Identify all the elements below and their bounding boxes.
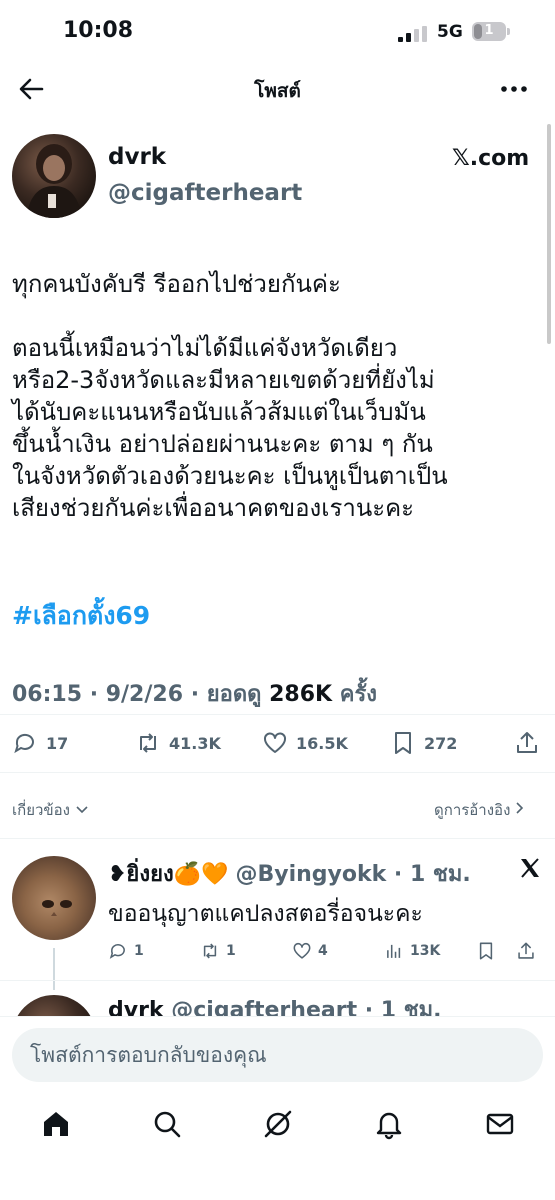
battery-level: 1	[484, 23, 494, 38]
post-date: 9/2/26	[105, 682, 184, 707]
chevron-right-icon	[516, 802, 524, 814]
post-time: 06:15	[12, 682, 83, 707]
heart-icon	[293, 942, 311, 959]
divider	[0, 980, 555, 981]
related-link[interactable]: เกี่ยวข้อง	[12, 798, 89, 822]
messages-icon[interactable]	[484, 1108, 516, 1140]
signal-icon	[398, 26, 427, 42]
views-suffix: ครั้ง	[339, 682, 378, 707]
reply-like-count: 4	[318, 943, 328, 959]
reply-reply-count: 1	[134, 943, 144, 959]
reply-bookmark-button[interactable]	[476, 938, 496, 964]
x-logo-icon	[521, 858, 539, 878]
reply-repost-button[interactable]: 1	[200, 938, 236, 964]
bookmark-icon	[479, 942, 493, 960]
bookmark-button[interactable]: 272	[390, 728, 457, 758]
chevron-down-icon	[76, 806, 88, 814]
reply-share-button[interactable]	[516, 938, 536, 964]
reply-text: ขออนุญาตแคปลงสตอรี่อจนะคะ	[108, 901, 423, 927]
reply-repost-count: 1	[226, 943, 236, 959]
scrollbar[interactable]	[547, 124, 551, 344]
reply-reply-button[interactable]: 1	[108, 938, 144, 964]
author-avatar[interactable]	[12, 134, 96, 218]
post-body: ทุกคนบังคับรี รีออกไปช่วยกันค่ะ ตอนนี้เห…	[12, 270, 448, 522]
status-time: 10:08	[63, 18, 134, 43]
reply-author-handle[interactable]: @Byingyokk	[235, 862, 386, 887]
reply-author-name[interactable]: ❥ยิ่งยง🍊🧡	[108, 862, 228, 887]
hashtag-link[interactable]: #เลือกตั้ง69	[12, 596, 150, 636]
author-handle[interactable]: @cigafterheart	[108, 180, 302, 206]
reply-views-count: 13K	[410, 943, 441, 959]
bookmark-icon	[395, 732, 411, 754]
divider	[0, 772, 555, 773]
reply-icon	[109, 944, 125, 959]
grok-icon[interactable]	[262, 1108, 294, 1140]
like-button[interactable]: 16.5K	[262, 728, 348, 758]
reply-avatar[interactable]	[12, 856, 96, 940]
divider	[0, 1016, 555, 1017]
repost-button[interactable]: 41.3K	[135, 728, 221, 758]
repost-count: 41.3K	[169, 733, 221, 753]
repost-icon	[203, 943, 217, 959]
related-label: เกี่ยวข้อง	[12, 801, 71, 819]
reply-count: 17	[46, 733, 69, 753]
heart-icon	[264, 732, 286, 753]
notifications-icon[interactable]	[373, 1108, 405, 1140]
share-icon	[518, 942, 534, 959]
repost-icon	[140, 733, 156, 753]
source-label: 𝕏.com	[452, 146, 530, 171]
page-title: โพสต์	[254, 80, 301, 102]
reply-button[interactable]: 17	[12, 728, 68, 758]
share-icon	[517, 732, 537, 753]
quotes-link[interactable]: ดูการอ้างอิง	[434, 798, 525, 822]
like-count: 16.5K	[296, 733, 348, 753]
home-icon[interactable]	[40, 1108, 72, 1140]
thread-line	[53, 948, 55, 990]
reply-compose-placeholder: โพสต์การตอบกลับของคุณ	[30, 1042, 267, 1067]
search-icon[interactable]	[151, 1108, 183, 1140]
divider	[0, 714, 555, 715]
reply-compose-input[interactable]: โพสต์การตอบกลับของคุณ	[12, 1028, 543, 1082]
reply-time: 1 ชม.	[409, 862, 471, 887]
divider	[0, 838, 555, 839]
reply-views-button[interactable]: 13K	[384, 938, 440, 964]
views-count: 286K	[269, 682, 333, 707]
quotes-label: ดูการอ้างอิง	[434, 801, 511, 819]
bookmark-count: 272	[424, 733, 458, 753]
battery-icon: 1	[472, 22, 510, 41]
reply-header[interactable]: ❥ยิ่งยง🍊🧡 @Byingyokk · 1 ชม.	[108, 856, 471, 891]
share-button[interactable]	[514, 728, 540, 758]
views-label: ยอดดู	[206, 682, 262, 707]
views-chart-icon	[387, 944, 401, 958]
reply-icon	[14, 733, 34, 754]
reply-like-button[interactable]: 4	[292, 938, 328, 964]
author-name[interactable]: dvrk	[108, 144, 166, 170]
network-label: 5G	[437, 22, 463, 42]
post-meta: 06:15 · 9/2/26 · ยอดดู 286K ครั้ง	[12, 682, 378, 707]
more-icon[interactable]	[499, 76, 529, 102]
